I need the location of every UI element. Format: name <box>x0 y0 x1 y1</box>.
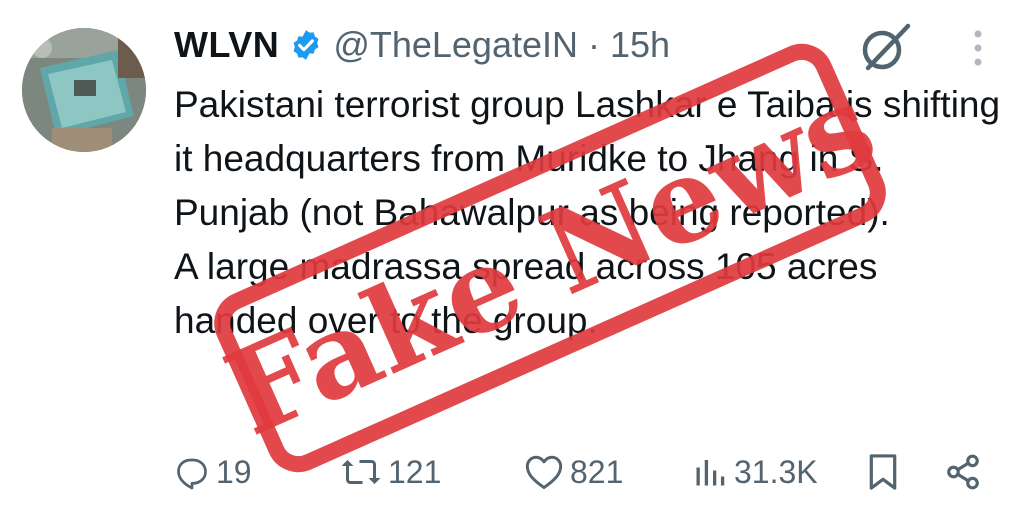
bookmark-button[interactable] <box>866 444 900 500</box>
grok-icon[interactable] <box>858 20 912 74</box>
like-count: 821 <box>570 453 624 490</box>
timestamp[interactable]: 15h <box>610 24 670 66</box>
views-count: 31.3K <box>734 453 818 490</box>
repost-count: 121 <box>388 453 442 490</box>
share-icon <box>947 454 979 490</box>
verified-badge-icon <box>289 28 323 62</box>
views-icon <box>696 460 725 486</box>
more-vertical-icon[interactable] <box>966 28 990 68</box>
separator-dot: · <box>588 24 600 65</box>
tweet-paragraph-1: Pakistani terrorist group Lashkar e Taib… <box>174 84 1001 233</box>
reply-button[interactable]: 19 <box>174 444 252 500</box>
display-name[interactable]: WLVN <box>174 24 279 66</box>
like-button[interactable]: 821 <box>524 444 623 500</box>
bookmark-icon <box>869 454 897 490</box>
avatar-image <box>22 28 146 152</box>
repost-icon <box>341 460 381 484</box>
repost-button[interactable]: 121 <box>340 444 441 500</box>
handle[interactable]: @TheLegateIN <box>333 24 578 66</box>
tweet-card: WLVN @TheLegateIN · 15h Pakistani terror… <box>0 0 1024 512</box>
tweet-paragraph-2: A large madrassa spread across 105 acres… <box>174 246 878 341</box>
tweet-header: WLVN @TheLegateIN · 15h <box>174 20 670 70</box>
heart-icon <box>525 455 563 490</box>
tweet-text: Pakistani terrorist group Lashkar e Taib… <box>174 78 1004 348</box>
reply-count: 19 <box>216 453 252 490</box>
avatar[interactable] <box>22 28 146 152</box>
views-button[interactable]: 31.3K <box>692 444 818 500</box>
action-bar: 19 121 821 31.3K <box>174 444 984 500</box>
share-button[interactable] <box>944 444 982 500</box>
reply-icon <box>177 458 207 490</box>
